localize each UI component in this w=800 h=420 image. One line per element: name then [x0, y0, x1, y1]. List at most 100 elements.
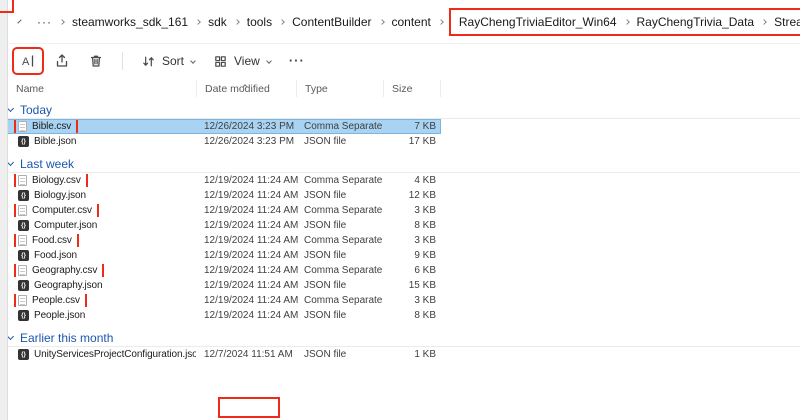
file-type: Comma Separate... — [296, 121, 383, 132]
file-date-modified: 12/19/2024 11:24 AM — [196, 235, 296, 246]
file-row[interactable]: Geography.json12/19/2024 11:24 AMJSON fi… — [0, 278, 441, 293]
svg-text:A: A — [22, 56, 30, 68]
json-file-icon — [18, 349, 29, 360]
address-bar[interactable]: ··· steamworks_sdk_161 sdk tools ContentBui… — [9, 0, 800, 44]
file-name-wrap: People.json — [16, 309, 90, 322]
file-name-cell: Bible.csv — [0, 120, 196, 133]
file-row[interactable]: Bible.json 12/26/2024 3:23 PMJSON file17 … — [0, 134, 441, 149]
file-date-modified: 12/26/2024 3:23 PM — [196, 136, 296, 147]
chevron-down-icon[interactable] — [7, 105, 14, 112]
chevron-right-icon — [379, 19, 385, 25]
file-name-wrap: Bible.csv — [16, 120, 76, 133]
sort-button[interactable]: Sort — [134, 49, 202, 74]
file-row[interactable]: UnityServicesProjectConfiguration.json12… — [0, 347, 441, 362]
file-row[interactable]: Computer.json12/19/2024 11:24 AMJSON fil… — [0, 218, 441, 233]
breadcrumb-separator-icon — [762, 20, 766, 24]
file-date-modified: 12/7/2024 11:51 AM — [196, 349, 296, 360]
csv-file-icon — [18, 121, 27, 132]
column-header-date-modified[interactable]: Date modified — [196, 80, 296, 97]
breadcrumb-separator-icon — [196, 20, 200, 24]
file-size: 17 KB — [383, 136, 441, 147]
chevron-down-icon — [190, 58, 196, 64]
file-date-modified: 12/19/2024 11:24 AM — [196, 295, 296, 306]
file-type: Comma Separate... — [296, 265, 383, 276]
breadcrumb-item[interactable]: RayChengTriviaEditor_Win64 — [456, 13, 620, 31]
file-name: Biology.json — [34, 190, 86, 201]
file-row[interactable]: Biology.json12/19/2024 11:24 AMJSON file… — [0, 188, 441, 203]
json-file-icon — [18, 220, 29, 231]
rename-icon: A — [20, 53, 36, 69]
file-date-modified: 12/19/2024 11:24 AM — [196, 250, 296, 261]
file-date-modified: 12/19/2024 11:24 AM — [196, 205, 296, 216]
group-header[interactable]: Last week — [0, 155, 800, 173]
sort-label: Sort — [162, 54, 184, 68]
json-file-icon — [18, 136, 29, 147]
rename-button[interactable]: A — [13, 48, 43, 74]
file-group: TodayBible.csv12/26/2024 3:23 PMComma Se… — [0, 101, 800, 149]
view-button[interactable]: View — [206, 49, 278, 74]
breadcrumb-separator-icon — [60, 20, 64, 24]
file-row[interactable]: Bible.csv12/26/2024 3:23 PMComma Separat… — [0, 119, 441, 134]
file-name-cell: Bible.json — [0, 135, 196, 148]
csv-file-icon — [18, 205, 27, 216]
group-header[interactable]: Today — [0, 101, 800, 119]
file-name-cell: UnityServicesProjectConfiguration.json — [0, 348, 196, 361]
file-row[interactable]: Geography.csv12/19/2024 11:24 AMComma Se… — [0, 263, 441, 278]
file-date-modified: 12/19/2024 11:24 AM — [196, 265, 296, 276]
file-group: Last weekBiology.csv12/19/2024 11:24 AMC… — [0, 155, 800, 323]
breadcrumb-separator-icon — [439, 20, 443, 24]
file-row[interactable]: Computer.csv 12/19/2024 11:24 AMComma Sep… — [0, 203, 441, 218]
file-name-cell: Food.json — [0, 249, 196, 262]
share-button[interactable] — [47, 48, 77, 74]
more-options-button[interactable]: ··· — [282, 51, 312, 71]
file-date-modified: 12/19/2024 11:24 AM — [196, 175, 296, 186]
file-type: JSON file — [296, 136, 383, 147]
group-label: Earlier this month — [20, 331, 113, 345]
file-row[interactable]: Food.json12/19/2024 11:24 AMJSON file9 K… — [0, 248, 441, 263]
file-row[interactable]: People.json12/19/2024 11:24 AMJSON file8… — [0, 308, 441, 323]
file-name-cell: Geography.csv — [0, 264, 196, 277]
group-header[interactable]: Earlier this month — [0, 329, 800, 347]
breadcrumb-item[interactable]: RayChengTrivia_Data — [634, 13, 758, 31]
file-type: Comma Separate... — [296, 205, 383, 216]
csv-file-icon — [18, 175, 27, 186]
sort-ascending-icon — [242, 84, 248, 90]
file-size: 3 KB — [383, 205, 441, 216]
address-chevron-down-icon[interactable] — [17, 19, 21, 23]
column-header-size[interactable]: Size — [383, 80, 441, 97]
group-label: Last week — [20, 157, 74, 171]
file-name: Bible.json — [34, 136, 76, 147]
file-name: Biology.csv — [32, 175, 81, 186]
file-name: Computer.csv — [32, 205, 92, 216]
file-type: JSON file — [296, 220, 383, 231]
file-row[interactable]: Food.csv12/19/2024 11:24 AMComma Separat… — [0, 233, 441, 248]
json-file-icon — [18, 280, 29, 291]
file-name: People.json — [34, 310, 85, 321]
breadcrumb-item[interactable]: ContentBuilder — [289, 13, 374, 31]
file-row[interactable]: Biology.csv12/19/2024 11:24 AMComma Sepa… — [0, 173, 441, 188]
delete-icon — [88, 53, 104, 69]
file-name-wrap: Geography.json — [16, 279, 107, 292]
file-name: Bible.csv — [32, 121, 71, 132]
chevron-down-icon[interactable] — [7, 159, 14, 166]
chevron-down-icon[interactable] — [7, 333, 14, 340]
breadcrumb-separator-icon — [625, 20, 629, 24]
breadcrumb-item[interactable]: sdk — [205, 13, 230, 31]
file-type: JSON file — [296, 310, 383, 321]
file-name-cell: People.csv — [0, 294, 196, 307]
column-header-type[interactable]: Type — [296, 80, 383, 97]
breadcrumb-item[interactable]: StreamingAssets — [771, 13, 800, 31]
breadcrumb-overflow[interactable]: ··· — [34, 13, 55, 31]
file-row[interactable]: People.csv12/19/2024 11:24 AMComma Separ… — [0, 293, 441, 308]
breadcrumb-item[interactable]: steamworks_sdk_161 — [69, 13, 191, 31]
delete-button[interactable] — [81, 48, 111, 74]
breadcrumb-item[interactable]: tools — [244, 13, 275, 31]
file-size: 12 KB — [383, 190, 441, 201]
file-size: 3 KB — [383, 295, 441, 306]
column-header-name[interactable]: Name — [0, 80, 196, 97]
chevron-right-icon — [195, 19, 201, 25]
breadcrumb-item[interactable]: content — [389, 13, 434, 31]
toolbar: A Sort View ··· — [9, 44, 800, 78]
column-headers: Name Date modified Type Size — [0, 80, 441, 97]
breadcrumb-annotation-box: RayChengTriviaEditor_Win64 RayChengTrivia… — [451, 10, 800, 34]
